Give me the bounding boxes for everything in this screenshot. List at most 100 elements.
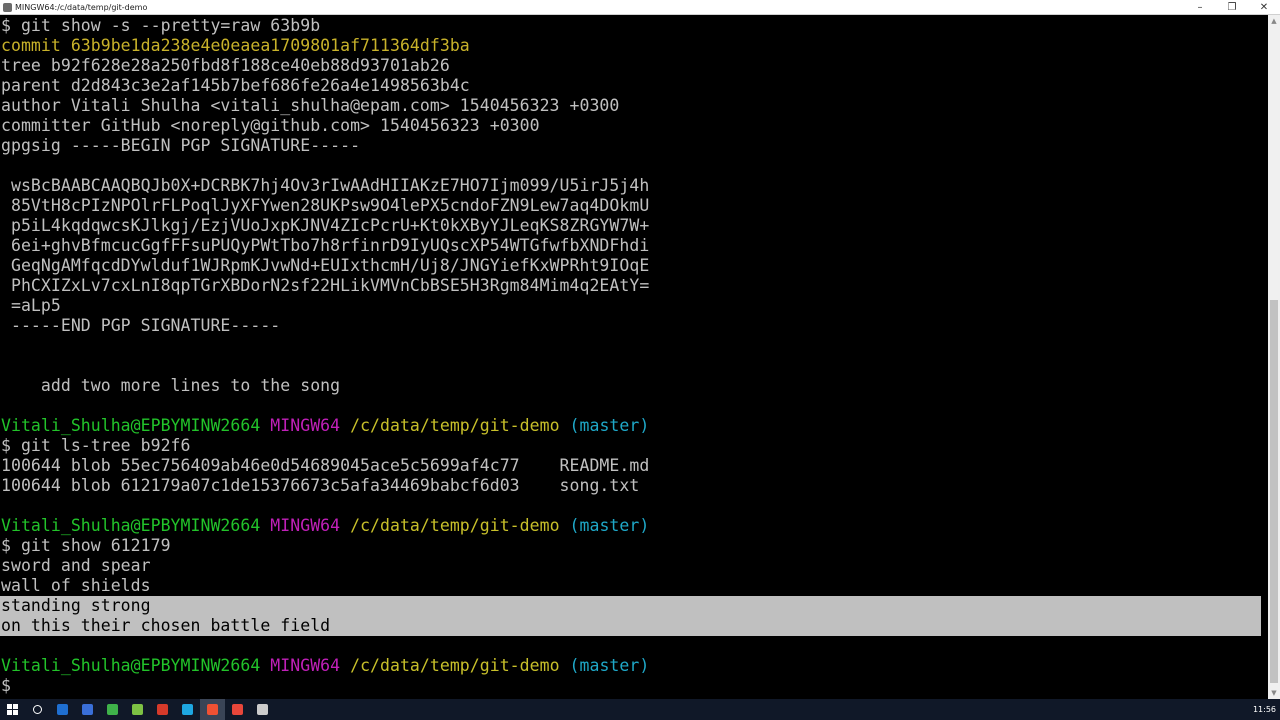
taskbar-item[interactable] <box>175 699 200 720</box>
mingw-app-icon <box>3 3 12 12</box>
terminal-text-segment: 6ei+ghvBfmcucGgfFFsuPUQyPWtTbo7h8rfinrD9… <box>1 236 650 255</box>
terminal-line: GeqNgAMfqcdDYwlduf1WJRpmKJvwNd+EUIxthcmH… <box>1 256 649 276</box>
taskbar-clock[interactable]: 11:56 <box>1253 699 1276 720</box>
terminal-line: p5iL4kqdqwcsKJlkgj/EzjVUoJxpKJNV4ZIcPcrU… <box>1 216 649 236</box>
taskbar-item[interactable] <box>250 699 275 720</box>
taskbar-item[interactable] <box>100 699 125 720</box>
terminal-line: $ git show -s --pretty=raw 63b9b <box>1 16 320 36</box>
terminal-text-segment: author Vitali Shulha <vitali_shulha@epam… <box>1 96 620 115</box>
terminal-line: sword and spear <box>1 556 151 576</box>
terminal-text-segment: -----END PGP SIGNATURE----- <box>1 316 281 335</box>
terminal-line: 100644 blob 612179a07c1de15376673c5afa34… <box>1 476 639 496</box>
terminal-text-segment: (master) <box>569 656 650 675</box>
terminal-text-segment: /c/data/temp/git-demo <box>350 656 570 675</box>
terminal-line: Vitali_Shulha@EPBYMINW2664 MINGW64 /c/da… <box>1 656 649 676</box>
terminal-text-segment: (master) <box>569 516 650 535</box>
terminal-text-segment: 100644 blob 55ec756409ab46e0d54689045ace… <box>1 456 650 475</box>
terminal-text-segment: /c/data/temp/git-demo <box>350 416 570 435</box>
terminal-line: gpgsig -----BEGIN PGP SIGNATURE----- <box>1 136 360 156</box>
terminal-line: Vitali_Shulha@EPBYMINW2664 MINGW64 /c/da… <box>1 516 649 536</box>
terminal-text-segment: MINGW64 <box>270 416 351 435</box>
skype-icon <box>182 704 193 715</box>
terminal-text-segment: gpgsig -----BEGIN PGP SIGNATURE----- <box>1 136 361 155</box>
notepad-icon <box>132 704 143 715</box>
git-bash-icon <box>207 704 218 715</box>
terminal-text-segment: standing strong <box>1 596 151 615</box>
terminal-text-segment: MINGW64 <box>270 516 351 535</box>
save-icon <box>82 704 93 715</box>
terminal-text-segment: parent d2d843c3e2af145b7bef686fe26a4e149… <box>1 76 470 95</box>
window-title: MINGW64:/c/data/temp/git-demo <box>15 3 148 12</box>
app-green-icon <box>107 704 118 715</box>
terminal-line: wall of shields <box>1 576 151 596</box>
terminal-text-segment: committer GitHub <noreply@github.com> 15… <box>1 116 540 135</box>
pdf-icon <box>157 704 168 715</box>
terminal-line: $ git ls-tree b92f6 <box>1 436 191 456</box>
terminal-text-segment: Vitali_Shulha@EPBYMINW2664 <box>1 516 271 535</box>
terminal-text-segment: GeqNgAMfqcdDYwlduf1WJRpmKJvwNd+EUIxthcmH… <box>1 256 650 275</box>
terminal-line: $ git show 612179 <box>1 536 171 556</box>
terminal-text-segment: commit 63b9be1da238e4e0eaea1709801af7113… <box>1 36 470 55</box>
terminal-text-segment: /c/data/temp/git-demo <box>350 516 570 535</box>
selection-highlight <box>0 596 1261 616</box>
maximize-button[interactable]: ❐ <box>1216 0 1248 15</box>
terminal-text-segment: Vitali_Shulha@EPBYMINW2664 <box>1 416 271 435</box>
terminal-line: -----END PGP SIGNATURE----- <box>1 316 280 336</box>
terminal-text-segment: =aLp5 <box>1 296 61 315</box>
terminal-line: add two more lines to the song <box>1 376 340 396</box>
terminal-text-segment: (master) <box>569 416 650 435</box>
taskbar-item[interactable] <box>125 699 150 720</box>
close-button[interactable]: ✕ <box>1248 0 1280 15</box>
taskbar-item[interactable] <box>225 699 250 720</box>
taskbar-item[interactable] <box>0 699 25 720</box>
taskbar-item[interactable] <box>25 699 50 720</box>
terminal-text-segment: wall of shields <box>1 576 151 595</box>
outlook-icon <box>57 704 68 715</box>
terminal-line: on this their chosen battle field <box>1 616 330 636</box>
windows-taskbar: 11:56 <box>0 699 1280 720</box>
terminal-text-segment: PhCXIZxLv7cxLnI8qpTGrXBDorN2sf22HLikVMVn… <box>1 276 650 295</box>
terminal-line: 6ei+ghvBfmcucGgfFFsuPUQyPWtTbo7h8rfinrD9… <box>1 236 649 256</box>
taskbar-item[interactable] <box>150 699 175 720</box>
terminal-output[interactable]: $ git show -s --pretty=raw 63b9b commit 6… <box>0 15 1268 699</box>
taskbar-item[interactable] <box>75 699 100 720</box>
search-icon <box>33 705 42 714</box>
terminal-line: PhCXIZxLv7cxLnI8qpTGrXBDorN2sf22HLikVMVn… <box>1 276 649 296</box>
terminal-text-segment: tree b92f628e28a250fbd8f188ce40eb88d9370… <box>1 56 450 75</box>
terminal-text-segment: MINGW64 <box>270 656 351 675</box>
terminal-line: Vitali_Shulha@EPBYMINW2664 MINGW64 /c/da… <box>1 416 649 436</box>
taskbar-item[interactable] <box>200 699 225 720</box>
terminal-text-segment: sword and spear <box>1 556 151 575</box>
taskbar-item[interactable] <box>50 699 75 720</box>
start-button-icon <box>7 704 18 715</box>
terminal-text-segment: add two more lines to the song <box>1 376 341 395</box>
terminal-line: =aLp5 <box>1 296 61 316</box>
terminal-text-segment: 100644 blob 612179a07c1de15376673c5afa34… <box>1 476 640 495</box>
terminal-text-segment: wsBcBAABCAAQBQJb0X+DCRBK7hj4Ov3rIwAAdHII… <box>1 176 650 195</box>
vertical-scrollbar[interactable]: ▲ ▼ <box>1268 15 1280 699</box>
terminal-text-segment: $ <box>1 676 21 695</box>
minimize-button[interactable]: – <box>1184 0 1216 15</box>
terminal-line: committer GitHub <noreply@github.com> 15… <box>1 116 540 136</box>
window-controls: – ❐ ✕ <box>1184 0 1280 15</box>
window-titlebar[interactable]: MINGW64:/c/data/temp/git-demo – ❐ ✕ <box>0 0 1280 15</box>
terminal-line: author Vitali Shulha <vitali_shulha@epam… <box>1 96 619 116</box>
scroll-down-arrow-icon[interactable]: ▼ <box>1268 687 1280 699</box>
terminal-line: standing strong <box>1 596 151 616</box>
terminal-line: commit 63b9be1da238e4e0eaea1709801af7113… <box>1 36 470 56</box>
settings-icon <box>257 704 268 715</box>
terminal-text-segment: 85VtH8cPIzNPOlrFLPoqlJyXFYwen28UKPsw9O4l… <box>1 196 650 215</box>
terminal-text-segment: $ git show 612179 <box>1 536 171 555</box>
chrome-icon <box>232 704 243 715</box>
terminal-line: wsBcBAABCAAQBQJb0X+DCRBK7hj4Ov3rIwAAdHII… <box>1 176 649 196</box>
terminal-line: $ <box>1 676 21 696</box>
terminal-text-segment: on this their chosen battle field <box>1 616 331 635</box>
terminal-line: parent d2d843c3e2af145b7bef686fe26a4e149… <box>1 76 470 96</box>
scroll-up-arrow-icon[interactable]: ▲ <box>1268 15 1280 27</box>
terminal-line: 85VtH8cPIzNPOlrFLPoqlJyXFYwen28UKPsw9O4l… <box>1 196 649 216</box>
terminal-text-segment: $ git show -s --pretty=raw 63b9b <box>1 16 321 35</box>
terminal-line: 100644 blob 55ec756409ab46e0d54689045ace… <box>1 456 649 476</box>
terminal-text-segment: Vitali_Shulha@EPBYMINW2664 <box>1 656 271 675</box>
terminal-line: tree b92f628e28a250fbd8f188ce40eb88d9370… <box>1 56 450 76</box>
scrollbar-thumb[interactable] <box>1270 300 1278 683</box>
